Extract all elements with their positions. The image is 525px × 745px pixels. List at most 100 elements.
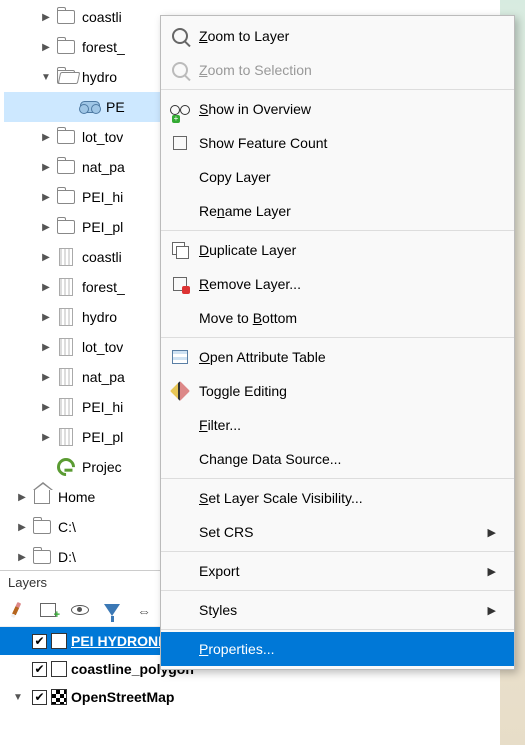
tree-item-label: hydro [82,69,117,85]
context-menu-item[interactable]: Show Feature Count [161,126,514,160]
context-menu-item[interactable]: Change Data Source... [161,442,514,476]
tree-item-label: PE [106,99,125,115]
eye-icon[interactable] [68,598,92,622]
expand-toggle[interactable]: ▶ [40,341,52,353]
menu-item-label: Set CRS [199,524,488,540]
brush-icon[interactable] [4,598,28,622]
menu-item-label: Set Layer Scale Visibility... [199,490,496,506]
tree-item-label: PEI_pl [82,429,123,445]
blank-icon [167,448,193,470]
layer-label: OpenStreetMap [71,689,174,705]
submenu-arrow-icon: ▶ [488,526,496,539]
context-menu-item[interactable]: Toggle Editing [161,374,514,408]
expand-toggle[interactable]: ▶ [40,161,52,173]
home-icon [32,488,52,506]
tree-item-label: D:\ [58,549,76,565]
tree-item-label: lot_tov [82,339,123,355]
menu-item-label: Move to Bottom [199,310,496,326]
submenu-arrow-icon: ▶ [488,565,496,578]
folder-icon [56,8,76,26]
context-menu-item[interactable]: Zoom to Layer [161,19,514,53]
expand-toggle[interactable]: ▶ [40,371,52,383]
tree-item-label: Home [58,489,95,505]
context-menu-item: Zoom to Selection [161,53,514,87]
chkbox-icon [167,132,193,154]
menu-item-label: Styles [199,602,488,618]
table-icon [167,346,193,368]
expand-toggle[interactable]: ▶ [40,251,52,263]
expand-toggle[interactable]: ▼ [40,71,52,83]
expand-icon[interactable] [132,598,156,622]
expand-toggle[interactable]: ▶ [16,491,28,503]
menu-item-label: Remove Layer... [199,276,496,292]
blank-icon [167,166,193,188]
expand-toggle[interactable]: ▼ [12,691,24,703]
context-menu-item[interactable]: Set Layer Scale Visibility... [161,481,514,515]
blank-icon [167,638,193,660]
expand-toggle[interactable]: ▶ [40,41,52,53]
layer-symbol-icon [51,689,67,705]
expand-toggle[interactable]: ▶ [40,281,52,293]
expand-toggle[interactable]: ▶ [40,221,52,233]
context-menu-item[interactable]: + Show in Overview [161,92,514,126]
menu-item-label: Toggle Editing [199,383,496,399]
expand-toggle[interactable]: ▶ [40,311,52,323]
layer-context-menu: Zoom to Layer Zoom to Selection + Show in O… [160,15,515,670]
expand-toggle[interactable]: ▶ [40,11,52,23]
tree-item-label: nat_pa [82,159,125,175]
qgis-icon [56,458,76,476]
glasses-icon: + [167,98,193,120]
layer-row[interactable]: ▼ ✔ OpenStreetMap [0,683,500,711]
rem-icon [167,273,193,295]
tree-item-label: coastli [82,9,122,25]
context-menu-item[interactable]: Duplicate Layer [161,233,514,267]
layer-visibility-checkbox[interactable]: ✔ [32,634,47,649]
context-menu-item[interactable]: Copy Layer [161,160,514,194]
layer-visibility-checkbox[interactable]: ✔ [32,662,47,677]
blank-icon [167,200,193,222]
layer-symbol-icon [51,661,67,677]
blank-icon [167,414,193,436]
folder-icon [32,548,52,566]
context-menu-item[interactable]: Remove Layer... [161,267,514,301]
folder-icon [56,38,76,56]
expand-toggle[interactable]: ▶ [16,551,28,563]
layer-symbol-icon [51,633,67,649]
expand-toggle[interactable]: ▶ [40,131,52,143]
blank-icon [167,487,193,509]
file-icon [56,278,76,296]
layer-visibility-checkbox[interactable]: ✔ [32,690,47,705]
filter-icon[interactable] [100,598,124,622]
expand-toggle[interactable]: ▶ [40,191,52,203]
tree-item-label: C:\ [58,519,76,535]
tree-item-label: PEI_hi [82,399,123,415]
tree-item-label: forest_ [82,39,125,55]
context-menu-item[interactable]: Move to Bottom [161,301,514,335]
folder-icon [56,218,76,236]
expand-toggle[interactable]: ▶ [40,401,52,413]
menu-item-label: Properties... [199,641,496,657]
context-menu-item[interactable]: Open Attribute Table [161,340,514,374]
context-menu-item[interactable]: Set CRS▶ [161,515,514,549]
controller-icon [80,98,100,116]
menu-item-label: Export [199,563,488,579]
menu-item-label: Show in Overview [199,101,496,117]
folder-open-icon [56,68,76,86]
tree-item-label: nat_pa [82,369,125,385]
add-group-icon[interactable] [36,598,60,622]
dup-icon [167,239,193,261]
context-menu-item[interactable]: Rename Layer [161,194,514,228]
file-icon [56,428,76,446]
tree-item-label: forest_ [82,279,125,295]
menu-item-label: Zoom to Layer [199,28,496,44]
tree-item-label: lot_tov [82,129,123,145]
context-menu-item[interactable]: Export▶ [161,554,514,588]
tree-item-label: PEI_pl [82,219,123,235]
context-menu-item[interactable]: Filter... [161,408,514,442]
tree-item-label: hydro [82,309,117,325]
mag-dim-icon [167,59,193,81]
context-menu-item[interactable]: Styles▶ [161,593,514,627]
expand-toggle[interactable]: ▶ [40,431,52,443]
expand-toggle[interactable]: ▶ [16,521,28,533]
context-menu-item[interactable]: Properties... [161,632,514,666]
